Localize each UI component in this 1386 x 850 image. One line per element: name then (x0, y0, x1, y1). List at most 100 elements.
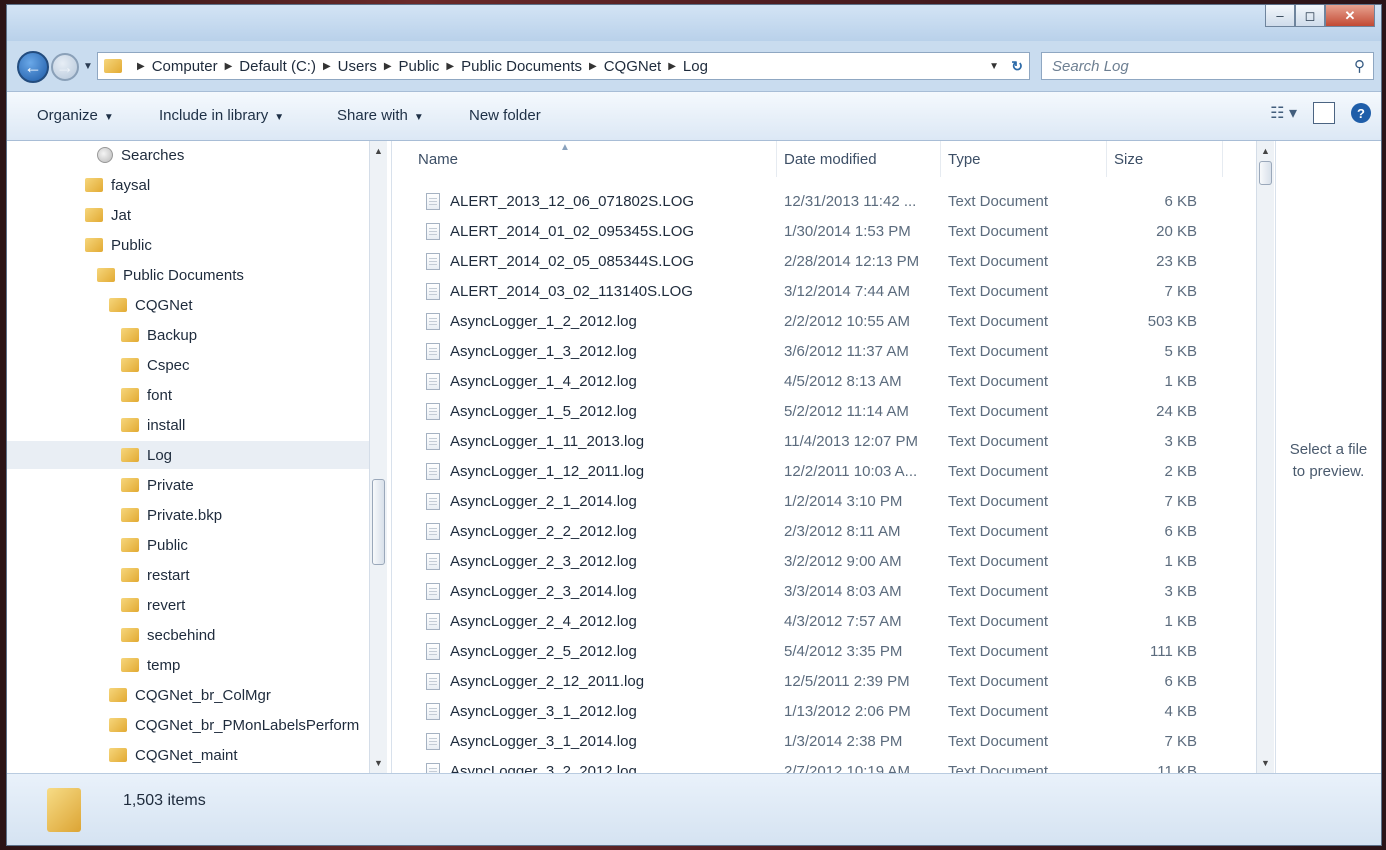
tree-item[interactable]: Public Documents (7, 261, 369, 289)
breadcrumb-separator-icon[interactable]: ▶ (137, 61, 145, 72)
text-file-icon (426, 643, 440, 660)
tree-item-label: restart (147, 566, 190, 584)
address-history-chevron-down-icon[interactable]: ▼ (989, 61, 999, 72)
tree-item[interactable]: CQGNet_br_PMonLabelsPerform (7, 711, 369, 739)
file-name: ALERT_2014_01_02_095345S.LOG (450, 223, 695, 240)
scroll-up-icon[interactable]: ▲ (370, 143, 387, 159)
view-options-icon[interactable]: ☷ ▾ (1270, 103, 1297, 123)
file-row[interactable]: AsyncLogger_3_2_2012.log 2/7/2012 10:19 A… (392, 757, 1275, 773)
file-name: AsyncLogger_2_3_2012.log (450, 553, 637, 570)
file-row[interactable]: AsyncLogger_1_4_2012.log 4/5/2012 8:13 AM… (392, 367, 1275, 397)
tree-item[interactable]: Searches (7, 141, 369, 169)
breadcrumb-separator-icon[interactable]: ▶ (668, 61, 676, 72)
file-row[interactable]: AsyncLogger_2_3_2012.log 3/2/2012 9:00 AM… (392, 547, 1275, 577)
tree-item[interactable]: CQGNet_maint (7, 741, 369, 769)
tree-item[interactable]: Public (7, 231, 369, 259)
column-header-date[interactable]: Date modified (784, 151, 877, 168)
tree-item[interactable]: secbehind (7, 621, 369, 649)
tree-item[interactable]: Private (7, 471, 369, 499)
breadcrumb-separator-icon[interactable]: ▶ (384, 61, 392, 72)
file-row[interactable]: AsyncLogger_1_3_2012.log 3/6/2012 11:37 A… (392, 337, 1275, 367)
back-button[interactable]: ← (17, 51, 49, 83)
tree-item[interactable]: faysal (7, 171, 369, 199)
tree-item-label: CQGNet_br_PMonLabelsPerform (135, 716, 360, 734)
file-row[interactable]: AsyncLogger_3_1_2012.log 1/13/2012 2:06 P… (392, 697, 1275, 727)
file-list-scrollbar[interactable]: ▲ ▼ (1256, 141, 1274, 773)
breadcrumb-item[interactable]: Public (399, 58, 440, 75)
tree-item[interactable]: restart (7, 561, 369, 589)
tree-item[interactable]: font (7, 381, 369, 409)
file-row[interactable]: AsyncLogger_1_12_2011.log 12/2/2011 10:03… (392, 457, 1275, 487)
tree-item[interactable]: Backup (7, 321, 369, 349)
breadcrumb-item[interactable]: Default (C:) (239, 58, 316, 75)
file-type: Text Document (948, 523, 1049, 540)
breadcrumb-item[interactable]: Log (683, 58, 708, 75)
column-divider[interactable] (1222, 141, 1223, 177)
tree-item[interactable]: install (7, 411, 369, 439)
file-date: 1/13/2012 2:06 PM (784, 703, 911, 720)
breadcrumb-item[interactable]: Users (338, 58, 377, 75)
include-in-library-button[interactable]: Include in library ▼ (159, 107, 284, 124)
file-row[interactable]: ALERT_2014_02_05_085344S.LOG 2/28/2014 12… (392, 247, 1275, 277)
help-icon[interactable]: ? (1351, 103, 1371, 123)
minimize-button[interactable]: – (1265, 5, 1295, 27)
breadcrumb-item[interactable]: Computer (152, 58, 218, 75)
file-size: 6 KB (1164, 523, 1197, 540)
breadcrumb-item[interactable]: Public Documents (461, 58, 582, 75)
tree-item-label: Cspec (147, 356, 190, 374)
forward-button[interactable]: → (51, 53, 79, 81)
tree-item[interactable]: Private.bkp (7, 501, 369, 529)
file-row[interactable]: AsyncLogger_2_4_2012.log 4/3/2012 7:57 AM… (392, 607, 1275, 637)
address-bar[interactable]: ▶ Computer ▶ Default (C:) ▶ Users ▶ Public ▶ Publ… (97, 52, 1030, 80)
file-row[interactable]: AsyncLogger_1_2_2012.log 2/2/2012 10:55 A… (392, 307, 1275, 337)
breadcrumb-separator-icon[interactable]: ▶ (225, 61, 233, 72)
close-button[interactable]: ✕ (1325, 5, 1375, 27)
breadcrumb-separator-icon[interactable]: ▶ (446, 61, 454, 72)
new-folder-button[interactable]: New folder (469, 107, 541, 124)
tree-item[interactable]: Cspec (7, 351, 369, 379)
scroll-down-icon[interactable]: ▼ (370, 755, 387, 771)
search-input[interactable]: Search Log ⚲ (1041, 52, 1374, 80)
scroll-thumb[interactable] (372, 479, 385, 565)
file-row[interactable]: AsyncLogger_1_5_2012.log 5/2/2012 11:14 A… (392, 397, 1275, 427)
column-divider[interactable] (940, 141, 941, 177)
file-row[interactable]: AsyncLogger_2_12_2011.log 12/5/2011 2:39 … (392, 667, 1275, 697)
file-name: AsyncLogger_1_5_2012.log (450, 403, 637, 420)
tree-item[interactable]: Log (7, 441, 369, 469)
file-row[interactable]: AsyncLogger_3_1_2014.log 1/3/2014 2:38 PM… (392, 727, 1275, 757)
tree-item[interactable]: CQGNet_br_ColMgr (7, 681, 369, 709)
column-divider[interactable] (1106, 141, 1107, 177)
file-row[interactable]: AsyncLogger_2_5_2012.log 5/4/2012 3:35 PM… (392, 637, 1275, 667)
tree-item[interactable]: temp (7, 651, 369, 679)
scroll-up-icon[interactable]: ▲ (1257, 143, 1274, 159)
refresh-icon[interactable]: ↻ (1011, 58, 1023, 75)
preview-pane-icon[interactable] (1313, 102, 1335, 124)
breadcrumb-separator-icon[interactable]: ▶ (323, 61, 331, 72)
tree-item[interactable]: revert (7, 591, 369, 619)
file-row[interactable]: AsyncLogger_2_2_2012.log 2/3/2012 8:11 AM… (392, 517, 1275, 547)
navigation-scrollbar[interactable]: ▲ ▼ (369, 141, 387, 773)
tree-item[interactable]: Jat (7, 201, 369, 229)
scroll-thumb[interactable] (1259, 161, 1272, 185)
column-header-size[interactable]: Size (1114, 151, 1143, 168)
search-icon[interactable]: ⚲ (1354, 57, 1365, 75)
file-row[interactable]: AsyncLogger_2_1_2014.log 1/2/2014 3:10 PM… (392, 487, 1275, 517)
column-header-name[interactable]: Name (418, 151, 458, 168)
column-divider[interactable] (776, 141, 777, 177)
file-row[interactable]: ALERT_2013_12_06_071802S.LOG 12/31/2013 1… (392, 187, 1275, 217)
recent-pages-chevron-down-icon[interactable]: ▼ (83, 61, 93, 72)
tree-item[interactable]: CQGNet (7, 291, 369, 319)
file-row[interactable]: AsyncLogger_2_3_2014.log 3/3/2014 8:03 AM… (392, 577, 1275, 607)
breadcrumb-separator-icon[interactable]: ▶ (589, 61, 597, 72)
share-with-button[interactable]: Share with ▼ (337, 107, 424, 124)
tree-item[interactable]: Public (7, 531, 369, 559)
breadcrumb-item[interactable]: CQGNet (604, 58, 662, 75)
file-row[interactable]: ALERT_2014_01_02_095345S.LOG 1/30/2014 1:… (392, 217, 1275, 247)
maximize-button[interactable]: ◻ (1295, 5, 1325, 27)
scroll-down-icon[interactable]: ▼ (1257, 755, 1274, 771)
column-header-type[interactable]: Type (948, 151, 981, 168)
file-row[interactable]: AsyncLogger_1_11_2013.log 11/4/2013 12:07… (392, 427, 1275, 457)
file-row[interactable]: ALERT_2014_03_02_113140S.LOG 3/12/2014 7:… (392, 277, 1275, 307)
title-bar[interactable]: – ◻ ✕ (7, 5, 1381, 41)
organize-button[interactable]: Organize ▼ (37, 107, 114, 124)
